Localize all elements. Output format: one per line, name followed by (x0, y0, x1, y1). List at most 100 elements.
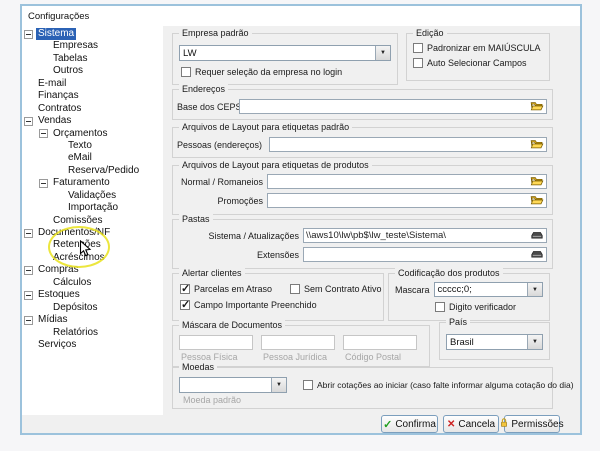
tree-item-comissoes[interactable]: Comissões (24, 215, 174, 227)
pessoa-fisica-input[interactable] (179, 335, 253, 350)
sistema-atualizacoes-label: Sistema / Atualizações (177, 231, 299, 241)
collapse-icon[interactable] (24, 266, 33, 275)
checkbox-icon[interactable] (180, 300, 190, 310)
group-alertar-clientes: Alertar clientes Parcelas em Atraso Sem … (172, 273, 384, 321)
digito-verificador-checkbox[interactable]: Digito verificador (435, 302, 516, 312)
empresa-padrao-select[interactable]: LW ▼ (179, 45, 391, 61)
collapse-icon[interactable] (24, 30, 33, 39)
browse-button[interactable] (528, 100, 546, 113)
collapse-icon[interactable] (24, 117, 33, 126)
pessoa-juridica-input[interactable] (261, 335, 335, 350)
tree-item-email2[interactable]: eMail (24, 152, 174, 164)
campo-importante-checkbox[interactable]: Campo Importante Preenchido (180, 300, 317, 310)
browse-button[interactable] (528, 229, 546, 242)
extensoes-field[interactable] (303, 247, 547, 262)
check-icon: ✓ (383, 418, 392, 431)
mascara-select[interactable]: ccccc;0; ▼ (434, 282, 543, 297)
codigo-postal-caption: Código Postal (345, 352, 401, 362)
browse-button[interactable] (528, 175, 546, 188)
tree-item-sistema[interactable]: Sistema (24, 28, 174, 40)
tree-item-documentos-nf[interactable]: Documentos/NF (24, 227, 174, 239)
normal-romaneios-input[interactable] (268, 176, 528, 188)
tree-item-reserva-pedido[interactable]: Reserva/Pedido (24, 165, 174, 177)
tree-item-depositos[interactable]: Depósitos (24, 302, 174, 314)
group-moedas: Moedas ▼ Moeda padrão Abrir cotações ao … (172, 367, 553, 409)
tree-item-midias[interactable]: Mídias (24, 314, 174, 326)
checkbox-icon[interactable] (180, 284, 190, 294)
group-etiquetas-produtos: Arquivos de Layout para etiquetas de pro… (172, 165, 553, 215)
checkbox-icon[interactable] (413, 58, 423, 68)
parcelas-atraso-checkbox[interactable]: Parcelas em Atraso (180, 284, 272, 294)
promocoes-field[interactable] (267, 193, 547, 208)
padronizar-maiuscula-checkbox[interactable]: Padronizar em MAIÚSCULA (413, 43, 541, 53)
promocoes-input[interactable] (268, 195, 528, 207)
tree-item-vendas[interactable]: Vendas (24, 115, 174, 127)
pais-select[interactable]: Brasil ▼ (446, 334, 543, 350)
tree-item-empresas[interactable]: Empresas (24, 40, 174, 52)
tree-item-acrescimos[interactable]: Acréscimos (24, 252, 174, 264)
checkbox-icon[interactable] (290, 284, 300, 294)
mascara-label: Mascara (395, 285, 430, 295)
tree-item-tabelas[interactable]: Tabelas (24, 53, 174, 65)
browse-button[interactable] (528, 248, 546, 261)
chevron-down-icon[interactable]: ▼ (527, 283, 542, 296)
collapse-icon[interactable] (24, 229, 33, 238)
tree-item-faturamento[interactable]: Faturamento (24, 177, 174, 189)
sistema-atualizacoes-input[interactable] (304, 230, 528, 242)
group-codificacao: Codificação dos produtos Mascara ccccc;0… (388, 273, 550, 321)
collapse-icon[interactable] (24, 291, 33, 300)
tree-item-validacoes[interactable]: Validações (24, 190, 174, 202)
tree-item-importacao[interactable]: Importação (24, 202, 174, 214)
auto-selecionar-checkbox[interactable]: Auto Selecionar Campos (413, 58, 527, 68)
browse-button[interactable] (528, 138, 546, 151)
tree-item-compras[interactable]: Compras (24, 264, 174, 276)
tree-item-email[interactable]: E-mail (24, 78, 174, 90)
folder-open-icon (530, 174, 544, 189)
pessoas-enderecos-label: Pessoas (endereços) (177, 140, 265, 150)
tree-item-outros[interactable]: Outros (24, 65, 174, 77)
tree-item-retencoes[interactable]: Retenções (24, 239, 174, 251)
codigo-postal-input[interactable] (343, 335, 417, 350)
normal-romaneios-field[interactable] (267, 174, 547, 189)
checkbox-icon[interactable] (435, 302, 445, 312)
extensoes-input[interactable] (304, 249, 528, 261)
permissions-button[interactable]: Permissões (504, 415, 560, 433)
base-ceps-input[interactable] (240, 101, 528, 113)
tree-item-financas[interactable]: Finanças (24, 90, 174, 102)
abrir-cotacoes-checkbox[interactable]: Abrir cotações ao iniciar (caso falte in… (303, 380, 574, 390)
sistema-atualizacoes-field[interactable] (303, 228, 547, 243)
pessoas-enderecos-field[interactable] (269, 137, 547, 152)
checkbox-icon[interactable] (303, 380, 313, 390)
tree-item-servicos[interactable]: Serviços (24, 339, 174, 351)
checkbox-icon[interactable] (181, 67, 191, 77)
group-title: Codificação dos produtos (395, 268, 503, 278)
tree-item-calculos[interactable]: Cálculos (24, 277, 174, 289)
collapse-icon[interactable] (24, 316, 33, 325)
checkbox-icon[interactable] (413, 43, 423, 53)
group-etiquetas-padrao: Arquivos de Layout para etiquetas padrão… (172, 127, 553, 158)
pessoas-enderecos-input[interactable] (270, 139, 528, 151)
group-empresa-padrao: Empresa padrão LW ▼ Requer seleção da em… (172, 33, 398, 85)
title-strip (22, 6, 580, 26)
group-title: Edição (413, 28, 447, 38)
drive-icon (530, 228, 544, 243)
tree-item-texto[interactable]: Texto (24, 140, 174, 152)
cancel-button[interactable]: ✕ Cancela (443, 415, 499, 433)
chevron-down-icon[interactable]: ▼ (527, 335, 542, 349)
settings-tree: Sistema Empresas Tabelas Outros E-mail F… (24, 28, 174, 351)
confirm-button[interactable]: ✓ Confirma (381, 415, 438, 433)
moeda-padrao-select[interactable]: ▼ (179, 377, 287, 393)
browse-button[interactable] (528, 194, 546, 207)
requer-selecao-checkbox[interactable]: Requer seleção da empresa no login (181, 67, 342, 77)
chevron-down-icon[interactable]: ▼ (375, 46, 390, 60)
collapse-icon[interactable] (39, 179, 48, 188)
tree-item-contratos[interactable]: Contratos (24, 103, 174, 115)
sem-contrato-checkbox[interactable]: Sem Contrato Ativo (290, 284, 382, 294)
group-title: Alertar clientes (179, 268, 245, 278)
tree-item-orcamentos[interactable]: Orçamentos (24, 128, 174, 140)
collapse-icon[interactable] (39, 129, 48, 138)
chevron-down-icon[interactable]: ▼ (271, 378, 286, 392)
tree-item-relatorios[interactable]: Relatórios (24, 327, 174, 339)
base-ceps-field[interactable] (239, 99, 547, 114)
tree-item-estoques[interactable]: Estoques (24, 289, 174, 301)
